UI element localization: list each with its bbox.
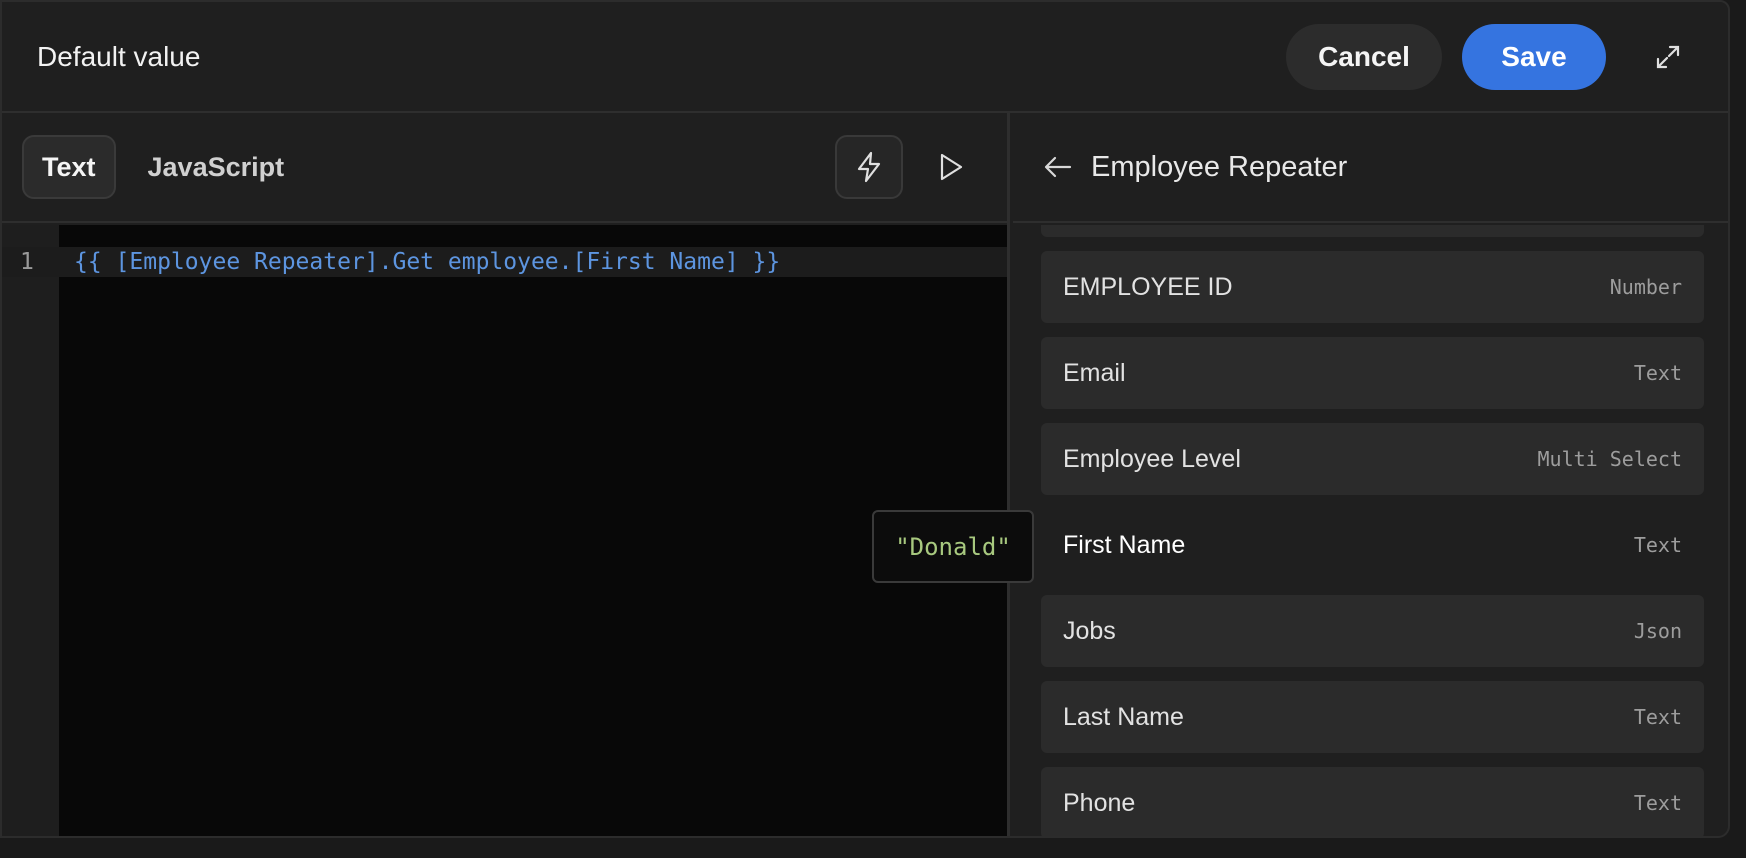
field-name: Employee Level: [1063, 444, 1241, 473]
field-item-email[interactable]: Email Text: [1041, 337, 1704, 409]
field-item-employee-level[interactable]: Employee Level Multi Select: [1041, 423, 1704, 495]
field-type: Text: [1633, 705, 1682, 729]
dialog-title: Default value: [37, 40, 201, 72]
save-button[interactable]: Save: [1462, 23, 1606, 90]
field-type: Text: [1633, 361, 1682, 385]
field-item-first-name[interactable]: First Name Text: [1041, 509, 1704, 581]
lightning-icon[interactable]: [835, 135, 903, 199]
line-gutter: [2, 225, 59, 836]
play-icon[interactable]: [917, 135, 985, 199]
panel-title: Employee Repeater: [1091, 150, 1348, 183]
field-name: Jobs: [1063, 616, 1116, 645]
tab-javascript[interactable]: JavaScript: [130, 135, 303, 199]
field-item-employee-id[interactable]: EMPLOYEE ID Number: [1041, 251, 1704, 323]
field-name: First Name: [1063, 530, 1186, 559]
code-line[interactable]: {{ [Employee Repeater].Get employee.[Fir…: [74, 247, 780, 277]
cancel-button[interactable]: Cancel: [1286, 23, 1442, 90]
value-preview-tooltip: "Donald": [872, 510, 1034, 583]
field-item-phone[interactable]: Phone Text: [1041, 767, 1704, 836]
field-name: Phone: [1063, 788, 1136, 817]
field-name: Last Name: [1063, 702, 1184, 731]
field-name: Email: [1063, 358, 1126, 387]
editor-pane: Text JavaScript 1 {{ [Employee Repeater]…: [2, 113, 1010, 836]
field-name: EMPLOYEE ID: [1063, 272, 1233, 301]
panel-header: Employee Repeater: [1013, 113, 1728, 223]
field-type: Text: [1633, 791, 1682, 815]
default-value-dialog: Default value Cancel Save Text JavaScrip…: [0, 0, 1730, 838]
field-type: Json: [1633, 619, 1682, 643]
field-type: Text: [1633, 533, 1682, 557]
field-item-last-name[interactable]: Last Name Text: [1041, 681, 1704, 753]
field-list: EMPLOYEE ID Number Email Text Employee L…: [1041, 225, 1704, 836]
field-type: Number: [1609, 275, 1682, 299]
data-picker-panel: Employee Repeater EMPLOYEE ID Number Ema…: [1013, 113, 1728, 836]
tab-text[interactable]: Text: [22, 135, 116, 199]
line-number: 1: [20, 249, 34, 275]
code-editor[interactable]: 1 {{ [Employee Repeater].Get employee.[F…: [2, 225, 1007, 836]
field-item-jobs[interactable]: Jobs Json: [1041, 595, 1704, 667]
dialog-header: Default value Cancel Save: [2, 2, 1728, 113]
list-item-partial[interactable]: [1041, 225, 1704, 237]
expand-icon[interactable]: [1646, 35, 1690, 79]
back-arrow-icon[interactable]: [1043, 155, 1073, 179]
field-type: Multi Select: [1537, 447, 1683, 471]
editor-toolbar: Text JavaScript: [2, 113, 1007, 223]
